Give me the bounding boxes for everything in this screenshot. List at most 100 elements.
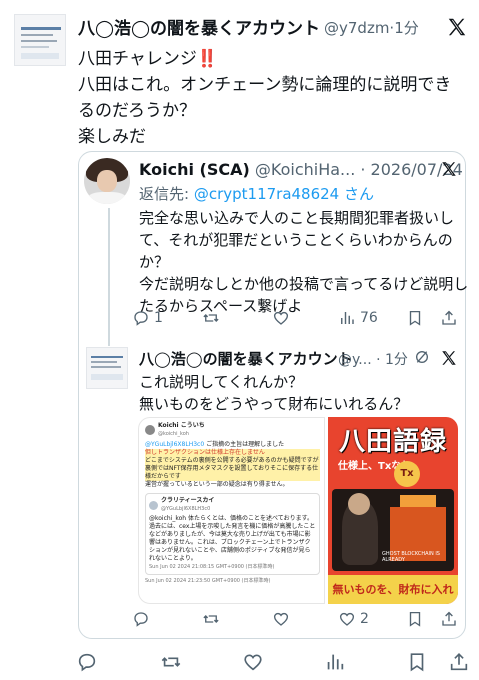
retweet-icon <box>161 657 181 667</box>
avatar <box>145 425 155 435</box>
tweet-text-line: か？ <box>139 253 170 271</box>
retweet-icon <box>203 314 219 322</box>
heart-icon <box>339 612 355 626</box>
bookmark-icon <box>409 611 421 627</box>
poster-caption: GHOST BLOCKCHAIN IS ALREADY <box>382 551 440 563</box>
like-button[interactable] <box>272 309 294 327</box>
analytics-icon <box>341 312 354 324</box>
media-image-poster[interactable]: 八田語録 仕様上、Txなし Tx GHOST BLOCKCHAIN IS ALR… <box>328 417 458 604</box>
quoted-author-handle-date[interactable]: @KoichiHa... · 2026/07/24 <box>255 160 463 179</box>
avatar <box>149 500 158 510</box>
reply-button[interactable] <box>132 610 154 628</box>
nested-action-bar: 2 <box>132 610 458 632</box>
grok-icon[interactable] <box>414 349 430 365</box>
heart-icon <box>273 612 289 626</box>
bookmark-button[interactable] <box>406 610 424 628</box>
media-image-screenshot[interactable]: Koichi こういち @koichi_koh @YGuLbjl6X8LH3c0… <box>138 417 325 604</box>
share-icon <box>442 310 456 325</box>
retweet-button[interactable] <box>160 651 182 673</box>
tweet-text-line: 無いものをどうやって財布にいれるん？ <box>139 395 409 413</box>
retweet-button[interactable] <box>202 610 224 628</box>
share-icon <box>442 611 456 626</box>
tweet-text-line: て、それが犯罪だということくらいわからんの <box>139 231 453 249</box>
tweet-text-line: これ説明してくれんか？ <box>139 373 304 391</box>
quoted-author-name[interactable]: Koichi (SCA) <box>139 160 250 179</box>
avatar-graphic <box>21 34 53 36</box>
like-button[interactable] <box>272 610 290 628</box>
media-timestamp: Sun Jun 02 2024 21:23:50 GMT+0900 (日本標準時… <box>145 578 271 584</box>
avatar[interactable] <box>14 14 66 66</box>
retweet-icon <box>203 615 219 623</box>
tweet-text-line: 楽しみだ <box>78 127 146 147</box>
poster-illustration: GHOST BLOCKCHAIN IS ALREADY <box>332 489 454 571</box>
media-sub-text: @koichi_koh 体たらくとは、価格のことを述べております。過去には、ce… <box>149 515 316 562</box>
poster-title: 八田語録 <box>338 427 447 457</box>
x-logo-icon <box>440 160 458 178</box>
media-text: ご指摘の主旨は理解しました <box>206 441 285 448</box>
nested-author-name[interactable]: 八◯浩◯の闇を暴くアカウント <box>139 348 353 369</box>
bookmark-button[interactable] <box>406 309 424 327</box>
reply-context: 返信先: @crypt117ra48624 さん <box>139 183 374 204</box>
reply-button[interactable]: 1 <box>132 309 163 327</box>
nested-tweet-text: これ説明してくれんか？ 無いものをどうやって財布にいれるん？ <box>139 371 459 415</box>
tweet-text-line: 完全な思い込みで人のこと長期間犯罪者扱いし <box>139 209 455 227</box>
quoted-action-bar: 1 76 <box>132 309 458 331</box>
analytics-icon <box>327 654 344 670</box>
tweet-text-line: 今だ説明なしとか他の投稿で言ってるけど説明し <box>139 275 469 293</box>
reply-button[interactable] <box>76 651 98 673</box>
media-handle: @koichi_koh <box>158 431 189 437</box>
media-author: Koichi こういち <box>158 422 205 429</box>
author-name[interactable]: 八◯浩◯の闇を暴くアカウント <box>78 14 320 39</box>
media-timestamp: Sun Jun 02 2024 21:08:15 GMT+0900 (日本標準時… <box>149 564 275 570</box>
avatar-graphic <box>21 27 61 30</box>
avatar[interactable] <box>86 347 128 389</box>
heart-icon <box>273 311 289 325</box>
avatar-graphic <box>91 361 117 363</box>
author-handle-time[interactable]: @y7dzm·1分 <box>324 17 419 38</box>
reply-prefix: 返信先: <box>139 185 194 203</box>
bookmark-button[interactable] <box>406 651 428 673</box>
share-button[interactable] <box>448 651 470 673</box>
like-button[interactable] <box>242 651 264 673</box>
share-button[interactable] <box>440 309 458 327</box>
heart-icon <box>244 654 262 671</box>
bookmark-icon <box>410 653 424 672</box>
nested-author-handle-time[interactable]: @y... · 1分 <box>338 349 408 369</box>
media-sub-name: クラリティースカイ <box>161 497 215 504</box>
like-count-group[interactable]: 2 <box>338 610 369 628</box>
like-count: 2 <box>360 611 369 627</box>
x-logo-icon <box>446 16 468 38</box>
views-button[interactable] <box>324 651 346 673</box>
tweet-text-line: るのだろうか？ <box>78 101 196 121</box>
avatar-graphic <box>88 192 126 204</box>
avatar-graphic <box>91 366 121 368</box>
retweet-button[interactable] <box>202 309 224 327</box>
poster-badge: Tx <box>394 461 420 487</box>
avatar-graphic <box>91 356 123 358</box>
avatar-graphic <box>97 170 117 192</box>
views-button[interactable]: 76 <box>338 309 378 327</box>
avatar-graphic <box>21 46 49 48</box>
reply-to-link[interactable]: @crypt117ra48624 さん <box>194 185 374 203</box>
x-logo-icon <box>440 349 458 367</box>
media-sub-card: クラリティースカイ @YGuLbjl6X8LH3c0 @koichi_koh 体… <box>145 493 320 575</box>
media-text: 運営が握っているという一部の疑念は有り得ません。 <box>145 481 289 488</box>
avatar[interactable] <box>84 158 130 204</box>
share-button[interactable] <box>440 610 458 628</box>
share-icon <box>450 653 468 671</box>
poster-banner: 無いものを、財布に入れる天才 <box>328 575 458 604</box>
quoted-tweet-text: 完全な思い込みで人のこと長期間犯罪者扱いし て、それが犯罪だということくらいわか… <box>139 207 469 317</box>
media-text-highlight: どこまでシステムの裏側を公開する必要があるのかも疑問ですが裏側ではNFT保存用メ… <box>145 457 320 481</box>
reply-count: 1 <box>154 310 163 326</box>
media-text-highlight: 但しトランザクションは仕様上存在しません <box>145 449 320 457</box>
poster-graphic <box>348 493 370 515</box>
media-sub-handle: @YGuLbjl6X8LH3c0 <box>161 506 211 512</box>
tweet-text-line: 八田チャレンジ‼️ <box>78 49 218 69</box>
media-mention: @YGuLbjl6X8LH3c0 <box>145 441 205 448</box>
avatar-graphic <box>21 40 57 42</box>
tweet-text-line: 八田はこれ。オンチェーン勢に論理的に説明でき <box>78 75 452 95</box>
quoted-author-row: Koichi (SCA) @KoichiHa... · 2026/07/24 <box>139 160 463 179</box>
bookmark-icon <box>409 310 421 326</box>
avatar-graphic <box>21 53 59 59</box>
views-count: 76 <box>360 310 378 326</box>
